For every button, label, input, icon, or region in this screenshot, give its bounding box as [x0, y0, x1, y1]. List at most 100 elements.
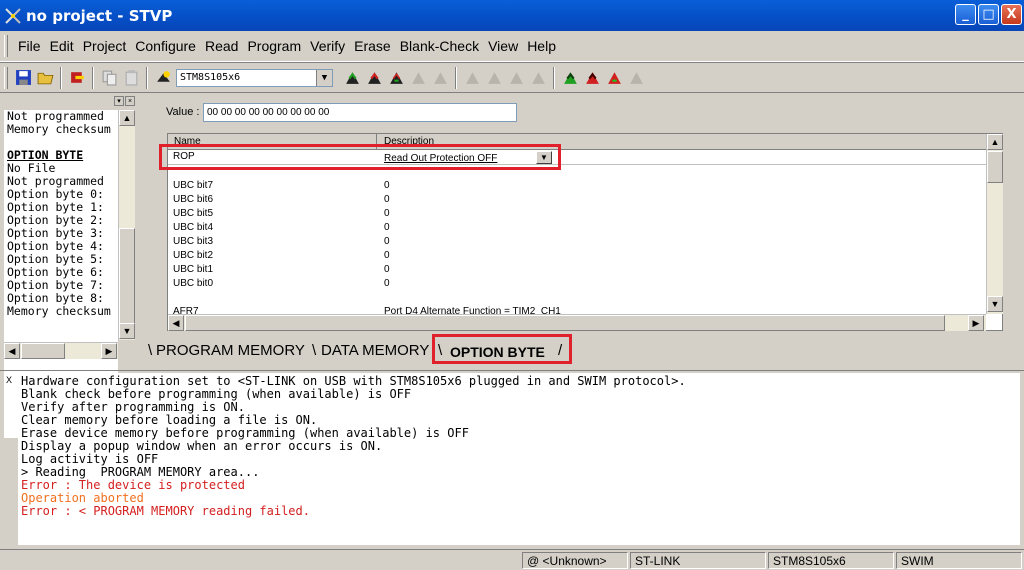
- device-select[interactable]: STM8S105x6 ▼: [176, 68, 333, 87]
- column-description[interactable]: Description: [384, 136, 434, 147]
- chevron-down-icon[interactable]: ▼: [316, 69, 332, 86]
- table-row[interactable]: UBC bit5 0: [168, 208, 986, 222]
- scroll-down-button[interactable]: ▼: [987, 296, 1003, 312]
- verify-all-icon[interactable]: [385, 67, 407, 89]
- scroll-thumb[interactable]: [119, 228, 135, 328]
- menu-read[interactable]: Read: [201, 38, 243, 54]
- table-row[interactable]: UBC bit4 0: [168, 222, 986, 236]
- left-info-panel: ▾ × Not programmed Memory checksum OPTION …: [4, 96, 137, 438]
- log-close-icon[interactable]: X: [4, 375, 14, 385]
- window-title: no project - STVP: [26, 6, 173, 25]
- grid-horizontal-scrollbar[interactable]: ◀ ▶: [168, 314, 986, 331]
- grid-header: Name Description: [168, 134, 986, 150]
- row-value: 0: [384, 222, 390, 233]
- maximize-button[interactable]: □: [978, 4, 999, 25]
- scroll-right-button[interactable]: ▶: [101, 343, 117, 359]
- menu-file[interactable]: File: [14, 38, 46, 54]
- scroll-left-button[interactable]: ◀: [168, 315, 184, 331]
- left-horizontal-scrollbar[interactable]: ◀ ▶: [4, 342, 118, 359]
- erase-current-disabled-icon: [527, 67, 549, 89]
- value-field[interactable]: 00 00 00 00 00 00 00 00 00: [203, 103, 517, 122]
- log-line: Error : The device is protected: [21, 478, 245, 492]
- tab-data-memory[interactable]: DATA MEMORY: [321, 342, 429, 359]
- rop-row[interactable]: ROP Read Out Protection OFF ▼: [168, 151, 986, 165]
- table-row[interactable]: UBC bit0 0: [168, 278, 986, 292]
- rop-select-value: Read Out Protection OFF: [384, 152, 498, 164]
- row-name: UBC bit6: [173, 194, 214, 205]
- toolbar: STM8S105x6 ▼: [0, 62, 1024, 93]
- table-row[interactable]: UBC bit1 0: [168, 264, 986, 278]
- minimize-button[interactable]: _: [955, 4, 976, 25]
- h-scroll-thumb[interactable]: [185, 315, 945, 331]
- scroll-right-button[interactable]: ▶: [968, 315, 984, 331]
- log-line: Display a popup window when an error occ…: [21, 439, 383, 453]
- left-panel-header: ▾ ×: [4, 96, 137, 108]
- table-row[interactable]: UBC bit2 0: [168, 250, 986, 264]
- device-select-value: STM8S105x6: [180, 72, 241, 83]
- scroll-up-button[interactable]: ▲: [119, 110, 135, 126]
- column-name[interactable]: Name: [174, 136, 201, 147]
- verify-current-disabled-icon: [505, 67, 527, 89]
- copy-icon[interactable]: [98, 67, 120, 89]
- rop-select[interactable]: Read Out Protection OFF ▼: [382, 151, 552, 165]
- program-tab-icon[interactable]: [581, 67, 603, 89]
- read-all-icon[interactable]: [341, 67, 363, 89]
- save-icon[interactable]: [12, 67, 34, 89]
- erase-tab-disabled-icon: [625, 67, 647, 89]
- table-row[interactable]: UBC bit7 0: [168, 180, 986, 194]
- read-tab-icon[interactable]: [559, 67, 581, 89]
- status-bar: @ <Unknown> ST-LINK STM8S105x6 SWIM: [0, 549, 1024, 570]
- scroll-thumb[interactable]: [987, 151, 1003, 183]
- tab-program-memory[interactable]: PROGRAM MEMORY: [156, 342, 305, 359]
- menu-bar: File Edit Project Configure Read Program…: [0, 31, 1024, 62]
- status-protocol: SWIM: [896, 552, 1022, 569]
- table-row[interactable]: UBC bit6 0: [168, 194, 986, 208]
- program-current-disabled-icon: [483, 67, 505, 89]
- menu-project[interactable]: Project: [79, 38, 132, 54]
- blank-check-all-icon: [429, 67, 451, 89]
- memory-tabs: \ PROGRAM MEMORY \ DATA MEMORY \ OPTION …: [148, 334, 1024, 364]
- panel-close-icon[interactable]: ×: [125, 96, 135, 106]
- option-byte-panel: Value : 00 00 00 00 00 00 00 00 00 Name …: [148, 96, 1024, 342]
- toolbar-grip[interactable]: [4, 66, 8, 89]
- chevron-down-icon[interactable]: ▼: [536, 151, 552, 164]
- menu-configure[interactable]: Configure: [131, 38, 201, 54]
- row-name: UBC bit4: [173, 222, 214, 233]
- h-scroll-thumb[interactable]: [21, 343, 65, 359]
- menu-verify[interactable]: Verify: [306, 38, 350, 54]
- row-value: 0: [384, 264, 390, 275]
- menu-program[interactable]: Program: [243, 38, 306, 54]
- panel-pin-icon[interactable]: ▾: [114, 96, 124, 106]
- row-name: UBC bit0: [173, 278, 214, 289]
- table-row[interactable]: UBC bit3 0: [168, 236, 986, 250]
- scroll-down-button[interactable]: ▼: [119, 323, 135, 339]
- program-all-icon[interactable]: [363, 67, 385, 89]
- open-folder-icon[interactable]: [34, 67, 56, 89]
- row-name: UBC bit7: [173, 180, 214, 191]
- close-button[interactable]: X: [1001, 4, 1022, 25]
- project-icon[interactable]: [66, 67, 88, 89]
- paste-icon[interactable]: [120, 67, 142, 89]
- row-value: 0: [384, 250, 390, 261]
- menu-help[interactable]: Help: [523, 38, 561, 54]
- stvp-app-icon: [4, 7, 22, 25]
- menu-edit[interactable]: Edit: [46, 38, 79, 54]
- row-name: UBC bit5: [173, 208, 214, 219]
- tab-option-byte[interactable]: OPTION BYTE: [450, 344, 545, 360]
- log-output: Hardware configuration set to <ST-LINK o…: [18, 373, 1020, 545]
- list-item: Memory checksum: [7, 122, 111, 136]
- erase-all-icon: [407, 67, 429, 89]
- left-vertical-scrollbar[interactable]: ▲ ▼: [118, 110, 135, 340]
- menu-blank-check[interactable]: Blank-Check: [396, 38, 484, 54]
- list-item: Memory checksum: [7, 304, 111, 318]
- scroll-left-button[interactable]: ◀: [4, 343, 20, 359]
- verify-tab-icon[interactable]: [603, 67, 625, 89]
- menu-erase[interactable]: Erase: [350, 38, 396, 54]
- menu-view[interactable]: View: [484, 38, 523, 54]
- menu-grip[interactable]: [4, 35, 8, 57]
- row-value: 0: [384, 180, 390, 191]
- read-current-disabled-icon: [461, 67, 483, 89]
- device-chip-icon: [152, 67, 174, 89]
- scroll-up-button[interactable]: ▲: [987, 134, 1003, 150]
- grid-vertical-scrollbar[interactable]: ▲ ▼: [986, 134, 1003, 314]
